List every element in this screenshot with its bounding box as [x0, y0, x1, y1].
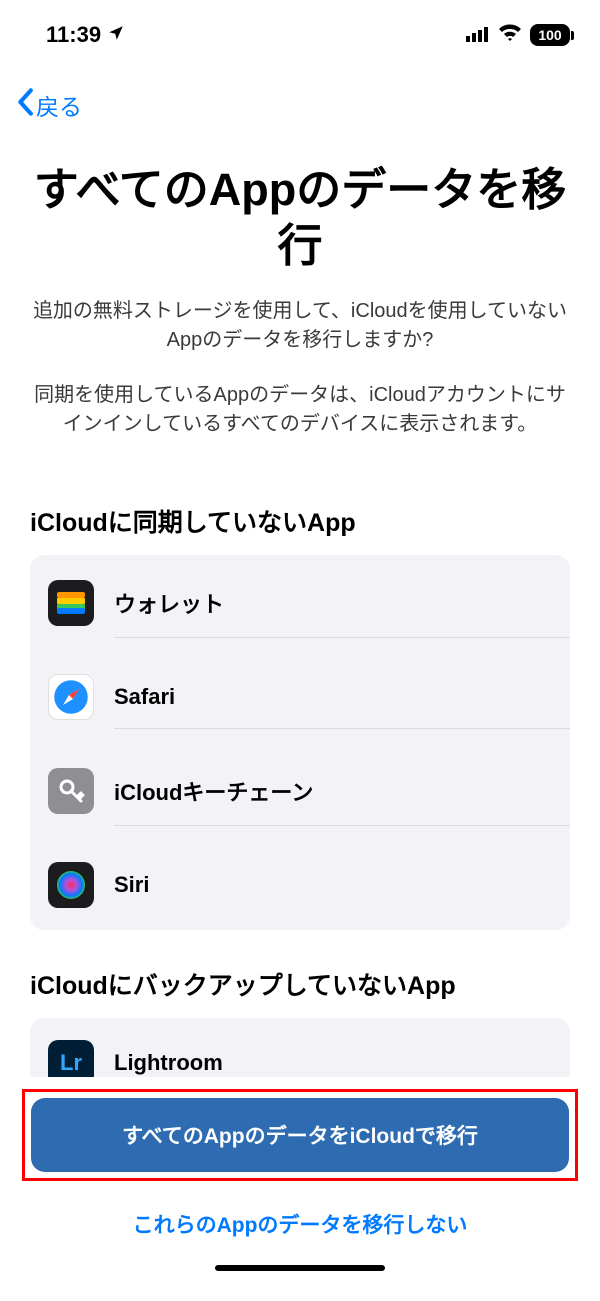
dont-transfer-button[interactable]: これらのAppのデータを移行しない — [30, 1195, 570, 1247]
cellular-icon — [466, 22, 490, 48]
status-right: 100 — [466, 22, 570, 48]
list-item: Safari — [48, 652, 570, 743]
page-title: すべてのAppのデータを移行 — [30, 162, 570, 275]
keychain-icon — [48, 768, 94, 814]
page-desc-2: 同期を使用しているAppのデータは、iCloudアカウントにサインインしているす… — [30, 381, 570, 439]
not-synced-list: ウォレット Safari iCloudキーチェーン Siri — [30, 555, 570, 930]
section-header-not-backed-up: iCloudにバックアップしていないApp — [30, 966, 570, 1002]
page-desc-1: 追加の無料ストレージを使用して、iCloudを使用していないAppのデータを移行… — [30, 297, 570, 355]
location-icon — [107, 22, 125, 48]
app-label: iCloudキーチェーン — [114, 775, 313, 807]
list-item: iCloudキーチェーン — [48, 743, 570, 840]
app-label: Safari — [114, 684, 175, 710]
battery-level: 100 — [538, 27, 561, 43]
transfer-all-button[interactable]: すべてのAppのデータをiCloudで移行 — [31, 1098, 569, 1172]
safari-icon — [48, 674, 94, 720]
content: すべてのAppのデータを移行 追加の無料ストレージを使用して、iCloudを使用… — [0, 132, 600, 1108]
home-indicator[interactable] — [215, 1265, 385, 1271]
wallet-icon — [48, 580, 94, 626]
siri-icon — [48, 862, 94, 908]
app-label: ウォレット — [114, 587, 224, 619]
chevron-left-icon — [16, 88, 34, 122]
back-label: 戻る — [36, 88, 82, 122]
list-item: Siri — [48, 840, 570, 930]
footer: すべてのAppのデータをiCloudで移行 これらのAppのデータを移行しない — [0, 1077, 600, 1301]
app-label: Siri — [114, 872, 149, 898]
app-label: Lightroom — [114, 1050, 223, 1076]
highlight-annotation: すべてのAppのデータをiCloudで移行 — [22, 1089, 578, 1181]
wifi-icon — [498, 22, 522, 48]
status-time: 11:39 — [46, 22, 101, 48]
status-bar: 11:39 100 — [0, 0, 600, 58]
status-left: 11:39 — [46, 22, 125, 48]
back-button[interactable]: 戻る — [16, 88, 82, 122]
nav-bar: 戻る — [0, 58, 600, 132]
section-header-not-synced: iCloudに同期していないApp — [30, 503, 570, 539]
list-item: ウォレット — [48, 555, 570, 652]
battery-icon: 100 — [530, 24, 570, 46]
